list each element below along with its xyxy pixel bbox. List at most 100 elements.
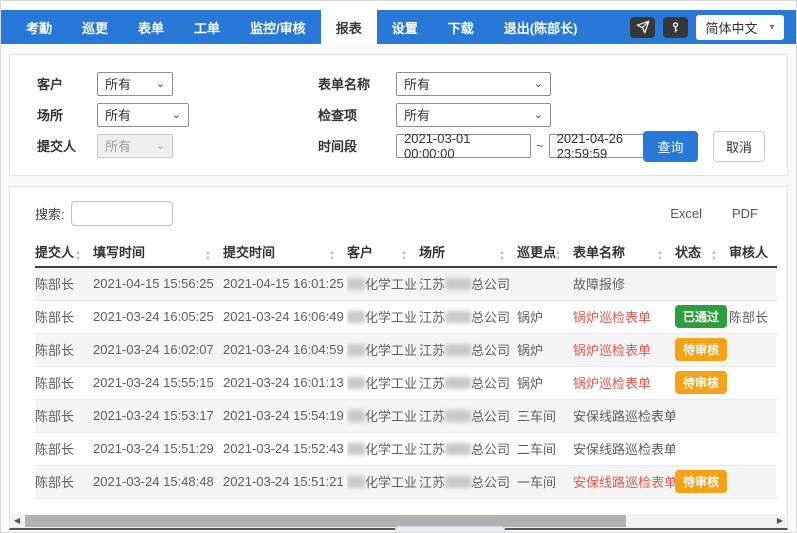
redacted-text: [347, 278, 365, 290]
cell-customer: 化学工业: [347, 300, 419, 333]
cell-fill-time: 2021-04-15 15:56:25: [93, 267, 223, 300]
check-item-select[interactable]: 所有 ⌄: [396, 103, 551, 127]
scroll-left-arrow[interactable]: ◀: [11, 514, 23, 528]
cell-site: 江苏总公司: [419, 267, 517, 300]
search-input[interactable]: [71, 201, 173, 226]
table-body: 陈部长 2021-04-15 15:56:252021-04-15 16:01:2…: [35, 267, 777, 498]
sort-icon: ▲▼: [329, 250, 335, 262]
table-header-row: ▲▼提交人▲▼填写时间▲▼提交时间▲▼客户▲▼场所▲▼巡更点▲▼表单名称▲▼状态…: [35, 238, 777, 267]
nav-item-tuichu[interactable]: 退出(陈部长): [489, 10, 593, 44]
site-select-value: 所有: [105, 105, 131, 124]
table-row[interactable]: 陈部长2021-03-24 15:48:482021-03-24 15:51:2…: [35, 465, 777, 498]
column-header-submit-time[interactable]: ▲▼ 提交时间: [223, 238, 347, 267]
chevron-down-icon: ⌄: [172, 110, 181, 120]
column-label: 提交人: [35, 245, 74, 260]
export-links: Excel PDF: [670, 206, 762, 221]
cell-submit-time: 2021-04-15 16:01:25: [223, 267, 347, 300]
language-dropdown[interactable]: 简体中文 ▾: [696, 15, 784, 40]
cell-reviewer: 陈部长: [729, 300, 777, 333]
column-header-patrol-point[interactable]: ▲▼巡更点: [517, 238, 573, 267]
cell-site: 江苏总公司: [419, 432, 517, 465]
chevron-down-icon: ▾: [769, 22, 774, 33]
sort-icon: ▲▼: [401, 250, 407, 262]
nav-item-xungeng[interactable]: 巡更: [67, 10, 123, 44]
export-excel-link[interactable]: Excel: [670, 206, 702, 221]
redacted-text: [347, 443, 365, 455]
column-header-fill-time[interactable]: ▲▼ 填写时间: [93, 238, 223, 267]
customer-select[interactable]: 所有 ⌄: [97, 72, 173, 96]
cell-patrol-point: 三车间: [517, 399, 573, 432]
cell-fill-time: 2021-03-24 15:51:29: [93, 432, 223, 465]
query-button[interactable]: 查询: [643, 131, 698, 162]
chevron-down-icon: ⌄: [534, 110, 543, 120]
nav-item-biaodan[interactable]: 表单: [123, 10, 179, 44]
redacted-text: [445, 377, 471, 389]
cell-reviewer: [729, 267, 777, 300]
cell-site: 江苏总公司: [419, 366, 517, 399]
nav-item-jiankong[interactable]: 监控/审核: [235, 10, 321, 44]
cell-submit-time: 2021-03-24 15:54:19: [223, 399, 347, 432]
column-header-reviewer[interactable]: ▲▼审核人: [729, 238, 777, 267]
column-label: 填写时间: [93, 245, 145, 260]
period-separator: ~: [536, 138, 544, 153]
table-row[interactable]: 陈部长2021-04-15 15:56:252021-04-15 16:01:2…: [35, 267, 777, 300]
table-row[interactable]: 陈部长2021-03-24 15:55:152021-03-24 16:01:1…: [35, 366, 777, 399]
nav-item-gongdan[interactable]: 工单: [179, 10, 235, 44]
export-pdf-link[interactable]: PDF: [732, 206, 758, 221]
cell-patrol-point: 锅炉: [517, 333, 573, 366]
sort-icon: ▲▼: [205, 250, 211, 262]
cell-form-name: 锅炉巡检表单: [573, 300, 675, 333]
app-window: 考勤巡更表单工单监控/审核报表设置下载退出(陈部长) 简体中文 ▾ 客户 所有 …: [0, 0, 797, 533]
submitter-select[interactable]: 所有 ⌄: [97, 134, 173, 158]
table-row[interactable]: 陈部长2021-03-24 15:53:172021-03-24 15:54:1…: [35, 399, 777, 432]
cell-reviewer: [729, 399, 777, 432]
redacted-text: [445, 278, 471, 290]
column-label: 客户: [347, 245, 373, 260]
scrollbar-thumb[interactable]: [25, 515, 626, 527]
cell-submitter: 陈部长: [35, 432, 93, 465]
key-icon[interactable]: [663, 17, 688, 38]
redacted-text: [445, 476, 471, 488]
report-table-panel: 搜索: Excel PDF ▲▼提交人▲▼填写时间▲▼提交时间▲▼客户▲▼场所▲…: [9, 186, 788, 530]
cancel-button[interactable]: 取消: [713, 131, 765, 162]
cell-patrol-point: 一车间: [517, 465, 573, 498]
column-header-site[interactable]: ▲▼场所: [419, 238, 517, 267]
filter-panel: 客户 所有 ⌄ 表单名称 所有 ⌄ 场所 所有 ⌄: [9, 54, 788, 176]
submitter-select-value: 所有: [105, 136, 131, 155]
table-row[interactable]: 陈部长2021-03-24 15:51:292021-03-24 15:52:4…: [35, 432, 777, 465]
language-label: 简体中文: [705, 18, 757, 37]
cell-submitter: 陈部长: [35, 465, 93, 498]
column-label: 表单名称: [573, 245, 625, 260]
cell-reviewer: [729, 333, 777, 366]
redacted-text: [445, 410, 471, 422]
nav-item-xiazai[interactable]: 下载: [433, 10, 489, 44]
period-start-input[interactable]: 2021-03-01 00:00:00: [396, 134, 531, 158]
column-header-form-name[interactable]: ▲▼ 表单名称: [573, 238, 675, 267]
scroll-right-arrow[interactable]: ▶: [774, 514, 786, 528]
column-header-status[interactable]: ▲▼状态: [675, 238, 729, 267]
nav-item-baobiao[interactable]: 报表: [321, 10, 377, 44]
form-name-select[interactable]: 所有 ⌄: [396, 72, 551, 96]
nav-item-kaoqin[interactable]: 考勤: [11, 10, 67, 44]
column-header-customer[interactable]: ▲▼ 客户: [347, 238, 419, 267]
cell-customer: 化学工业: [347, 267, 419, 300]
cell-submit-time: 2021-03-24 15:51:21: [223, 465, 347, 498]
check-item-select-value: 所有: [404, 105, 430, 124]
cell-customer: 化学工业: [347, 465, 419, 498]
redacted-text: [347, 410, 365, 422]
sort-icon: ▲▼: [75, 250, 81, 262]
site-select[interactable]: 所有 ⌄: [97, 103, 189, 127]
column-header-submitter[interactable]: ▲▼提交人: [35, 238, 93, 267]
column-label: 场所: [419, 245, 445, 260]
filter-row-1: 客户 所有 ⌄ 表单名称 所有 ⌄: [10, 68, 787, 99]
column-label: 提交时间: [223, 245, 275, 260]
status-badge: 待审核: [675, 470, 727, 493]
cell-patrol-point: [517, 267, 573, 300]
table-row[interactable]: 陈部长2021-03-24 16:05:252021-03-24 16:06:4…: [35, 300, 777, 333]
sort-icon: ▲▼: [657, 250, 663, 262]
send-icon[interactable]: [630, 17, 655, 38]
column-label: 审核人: [729, 245, 768, 260]
pagination-partial[interactable]: [395, 526, 505, 532]
table-row[interactable]: 陈部长2021-03-24 16:02:072021-03-24 16:04:5…: [35, 333, 777, 366]
nav-item-shezhi[interactable]: 设置: [377, 10, 433, 44]
